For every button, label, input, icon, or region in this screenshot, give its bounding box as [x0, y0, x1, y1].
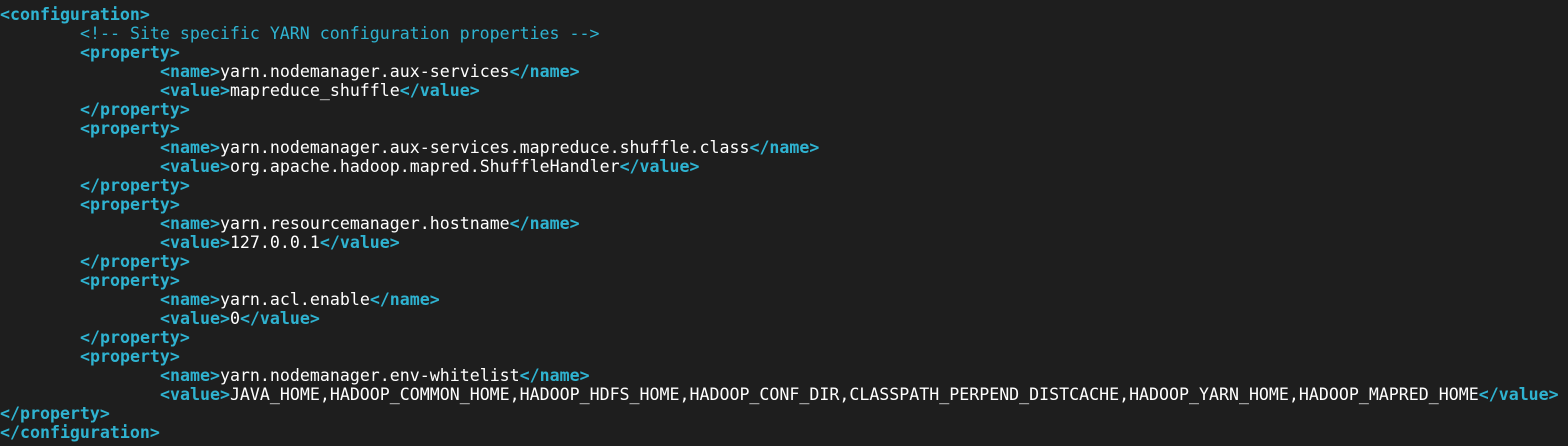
xml-tag: <name>: [160, 214, 220, 233]
code-line: <!-- Site specific YARN configuration pr…: [0, 24, 1568, 43]
code-line: <name>yarn.resourcemanager.hostname</nam…: [0, 214, 1568, 233]
xml-tag: </name>: [369, 290, 440, 309]
code-line: <value>org.apache.hadoop.mapred.ShuffleH…: [0, 157, 1568, 176]
code-line: <value>JAVA_HOME,HADOOP_COMMON_HOME,HADO…: [0, 385, 1568, 404]
code-line: </configuration>: [0, 423, 1568, 442]
xml-tag: </name>: [509, 62, 580, 81]
xml-tag: </property>: [80, 328, 190, 347]
code-line: <configuration>: [0, 5, 1568, 24]
code-line: <name>yarn.acl.enable</name>: [0, 290, 1568, 309]
xml-tag: </name>: [509, 214, 580, 233]
xml-tag: </property>: [80, 176, 190, 195]
code-line: </property>: [0, 328, 1568, 347]
xml-text: 0: [229, 309, 240, 328]
xml-comment: <!-- Site specific YARN configuration pr…: [80, 24, 600, 43]
code-line: <name>yarn.nodemanager.env-whitelist</na…: [0, 366, 1568, 385]
xml-tag: <value>: [160, 233, 230, 252]
xml-tag: </value>: [239, 309, 320, 328]
xml-tag: <name>: [160, 366, 220, 385]
code-line: <value>mapreduce_shuffle</value>: [0, 81, 1568, 100]
code-line: <value>127.0.0.1</value>: [0, 233, 1568, 252]
xml-tag: <property>: [80, 195, 180, 214]
xml-tag: </configuration>: [0, 423, 160, 442]
code-line: </property>: [0, 252, 1568, 271]
xml-tag: <property>: [80, 271, 180, 290]
code-line: </property>: [0, 404, 1568, 423]
xml-tag: <value>: [160, 157, 230, 176]
xml-text: yarn.nodemanager.aux-services: [219, 62, 510, 81]
xml-text: yarn.nodemanager.aux-services.mapreduce.…: [219, 138, 750, 157]
xml-tag: </name>: [749, 138, 820, 157]
xml-tag: <value>: [160, 81, 230, 100]
code-line: <name>yarn.nodemanager.aux-services</nam…: [0, 62, 1568, 81]
code-line: </property>: [0, 176, 1568, 195]
xml-tag: </property>: [80, 100, 190, 119]
xml-tag: </name>: [519, 366, 590, 385]
code-line: <value>0</value>: [0, 309, 1568, 328]
xml-tag: </value>: [619, 157, 700, 176]
xml-text: yarn.resourcemanager.hostname: [219, 214, 510, 233]
xml-tag: </value>: [1478, 385, 1559, 404]
xml-text: org.apache.hadoop.mapred.ShuffleHandler: [229, 157, 620, 176]
code-line: <name>yarn.nodemanager.aux-services.mapr…: [0, 138, 1568, 157]
code-line: <property>: [0, 271, 1568, 290]
xml-tag: <configuration>: [0, 5, 150, 24]
xml-tag: <property>: [80, 347, 180, 366]
code-line: <property>: [0, 43, 1568, 62]
code-line: <property>: [0, 119, 1568, 138]
xml-tag: </property>: [80, 252, 190, 271]
code-line: <property>: [0, 195, 1568, 214]
code-line: </property>: [0, 100, 1568, 119]
xml-text: mapreduce_shuffle: [229, 81, 400, 100]
xml-tag: </value>: [399, 81, 480, 100]
code-line: <property>: [0, 347, 1568, 366]
xml-tag: <value>: [160, 385, 230, 404]
xml-tag: <name>: [160, 62, 220, 81]
xml-tag: </value>: [319, 233, 400, 252]
xml-tag: <name>: [160, 138, 220, 157]
xml-tag: <value>: [160, 309, 230, 328]
xml-tag: <property>: [80, 119, 180, 138]
xml-tag: </property>: [0, 404, 110, 423]
xml-text: JAVA_HOME,HADOOP_COMMON_HOME,HADOOP_HDFS…: [229, 385, 1479, 404]
xml-tag: <name>: [160, 290, 220, 309]
xml-text: 127.0.0.1: [229, 233, 320, 252]
terminal-editor[interactable]: <configuration> <!-- Site specific YARN c…: [0, 0, 1568, 446]
xml-tag: <property>: [80, 43, 180, 62]
xml-text: yarn.nodemanager.env-whitelist: [219, 366, 520, 385]
xml-text: yarn.acl.enable: [219, 290, 370, 309]
